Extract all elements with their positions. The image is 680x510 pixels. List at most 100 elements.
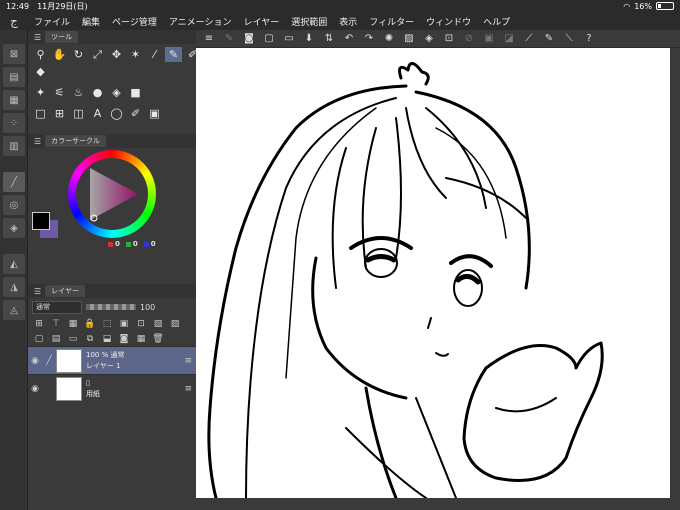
blend-icon[interactable]: ◮ — [3, 277, 25, 297]
visibility-eye-icon[interactable]: ◉ — [28, 356, 42, 366]
gradient-icon[interactable]: ■ — [127, 85, 144, 100]
grip-icon[interactable]: ☰ — [34, 137, 41, 146]
page-icon[interactable]: ▥ — [3, 136, 25, 156]
ruler-lock-icon[interactable]: ⊡ — [134, 317, 148, 330]
blend-tool-icon[interactable]: ♨ — [70, 85, 87, 100]
menu-view[interactable]: 表示 — [333, 15, 363, 28]
material-icon[interactable]: ⁘ — [3, 113, 25, 133]
redo-icon[interactable]: ↷ — [362, 32, 376, 46]
drawing-canvas[interactable] — [196, 48, 670, 498]
pen-icon[interactable]: ✎ — [165, 47, 182, 62]
shape-icon[interactable]: □ — [32, 106, 49, 121]
image-icon[interactable]: ▦ — [3, 90, 25, 110]
edit-pen-icon[interactable]: ╱ — [42, 356, 56, 366]
new-file-icon[interactable]: ▢ — [262, 32, 276, 46]
layers-icon[interactable]: ◈ — [3, 218, 25, 238]
close-panel-icon[interactable]: ⊠ — [3, 44, 25, 64]
ruler-snap-icon[interactable]: ⟋ — [522, 32, 536, 46]
visibility-eye-icon[interactable]: ◉ — [28, 384, 42, 394]
move-icon[interactable]: ✥ — [108, 47, 125, 62]
balloon-icon[interactable]: ◯ — [108, 106, 125, 121]
lock-icon[interactable]: 🔒 — [83, 317, 97, 330]
copy-layer-icon[interactable]: ⧉ — [83, 332, 97, 345]
airbrush-icon[interactable]: ⚟ — [51, 85, 68, 100]
menu-layer[interactable]: レイヤー — [238, 15, 286, 28]
eyedropper-icon[interactable]: ⁄ — [146, 47, 163, 62]
select-icon[interactable]: ◪ — [502, 32, 516, 46]
grip-icon[interactable]: ☰ — [34, 33, 41, 42]
new-vector-icon[interactable]: ▤ — [49, 332, 63, 345]
layer-tab[interactable]: レイヤー — [45, 285, 85, 297]
clip-icon[interactable]: ⊞ — [32, 317, 46, 330]
text-icon[interactable]: A — [89, 106, 106, 121]
layer-row[interactable]: ◉ ▯ 用紙 ≡ — [28, 374, 196, 402]
app-logo-icon[interactable]: ج — [0, 14, 28, 28]
fill-bucket-icon[interactable]: ◈ — [422, 32, 436, 46]
lock-alpha-icon[interactable]: ⬚ — [100, 317, 114, 330]
magic-wand-icon[interactable]: ✶ — [127, 47, 144, 62]
operation-icon[interactable]: ⤢ — [89, 47, 106, 62]
menu-page[interactable]: ページ管理 — [106, 15, 163, 28]
loading-icon[interactable]: ✺ — [382, 32, 396, 46]
new-layer-icon[interactable]: ▢ — [32, 332, 46, 345]
ruler-icon[interactable]: ◫ — [70, 106, 87, 121]
menu-edit[interactable]: 編集 — [76, 15, 106, 28]
correction-icon[interactable]: ✐ — [127, 106, 144, 121]
mask-add-icon[interactable]: ◙ — [117, 332, 131, 345]
fill-icon[interactable]: ◭ — [3, 254, 25, 274]
invert-icon[interactable]: ▣ — [482, 32, 496, 46]
transform-icon[interactable]: ▨ — [402, 32, 416, 46]
open-icon[interactable]: ▭ — [282, 32, 296, 46]
draft-icon[interactable]: ▦ — [66, 317, 80, 330]
trash-icon[interactable]: 🗑 — [151, 332, 165, 345]
color-icon[interactable]: ▧ — [151, 317, 165, 330]
layer-menu-icon[interactable]: ≡ — [184, 356, 192, 366]
opacity-value[interactable]: 100 — [140, 303, 155, 312]
sort-icon[interactable]: ⇅ — [322, 32, 336, 46]
reference-icon[interactable]: ⊤ — [49, 317, 63, 330]
menu-help[interactable]: ヘルプ — [477, 15, 516, 28]
folder-icon[interactable]: ▭ — [66, 332, 80, 345]
canvas-icon[interactable]: ◙ — [242, 32, 256, 46]
brush-settings-icon[interactable]: ✎ — [222, 32, 236, 46]
color-tab[interactable]: カラーサークル — [45, 135, 106, 147]
hand-icon[interactable]: ✋ — [51, 47, 68, 62]
help-icon[interactable]: ? — [582, 32, 596, 46]
bucket-icon[interactable]: ◈ — [108, 85, 125, 100]
correct-line-icon[interactable]: ◬ — [3, 300, 25, 320]
rotate-icon[interactable]: ↻ — [70, 47, 87, 62]
fill-tool-icon[interactable]: ▣ — [146, 106, 163, 121]
menu-selection[interactable]: 選択範囲 — [285, 15, 333, 28]
window-icon[interactable]: ▤ — [3, 67, 25, 87]
undo-icon[interactable]: ↶ — [342, 32, 356, 46]
menu-icon[interactable]: ≡ — [202, 32, 216, 46]
drop-icon[interactable]: ● — [89, 85, 106, 100]
sparkle-icon[interactable]: ✦ — [32, 85, 49, 100]
frame-icon[interactable]: ⊞ — [51, 106, 68, 121]
menu-animation[interactable]: アニメーション — [163, 15, 238, 28]
blend-mode-select[interactable]: 通常 — [32, 300, 82, 314]
pen-tool-icon[interactable]: ╱ — [3, 172, 25, 192]
menu-window[interactable]: ウィンドウ — [420, 15, 477, 28]
tool-tab[interactable]: ツール — [45, 31, 79, 43]
grip-icon[interactable]: ☰ — [34, 287, 41, 296]
zoom-icon[interactable]: ⚲ — [32, 47, 49, 62]
eraser-icon[interactable]: ◆ — [32, 64, 49, 79]
mask-icon[interactable]: ▣ — [117, 317, 131, 330]
menu-file[interactable]: ファイル — [28, 15, 76, 28]
subtool-icon[interactable]: ◎ — [3, 195, 25, 215]
crop-icon[interactable]: ⊡ — [442, 32, 456, 46]
menu-filter[interactable]: フィルター — [363, 15, 420, 28]
merge-icon[interactable]: ⬓ — [100, 332, 114, 345]
canvas-scrollbar[interactable] — [670, 48, 680, 498]
save-icon[interactable]: ⬇ — [302, 32, 316, 46]
palette-icon[interactable]: ▨ — [168, 317, 182, 330]
layer-menu-icon[interactable]: ≡ — [184, 384, 192, 394]
line-icon[interactable]: ⟍ — [562, 32, 576, 46]
opacity-slider[interactable] — [86, 304, 136, 310]
delete-mask-icon[interactable]: ▦ — [134, 332, 148, 345]
clear-selection-icon[interactable]: ⊘ — [462, 32, 476, 46]
layer-row[interactable]: ◉ ╱ 100 % 通常 レイヤー 1 ≡ — [28, 346, 196, 374]
main-color-swatch[interactable] — [32, 212, 50, 230]
color-wheel[interactable] — [68, 150, 156, 238]
